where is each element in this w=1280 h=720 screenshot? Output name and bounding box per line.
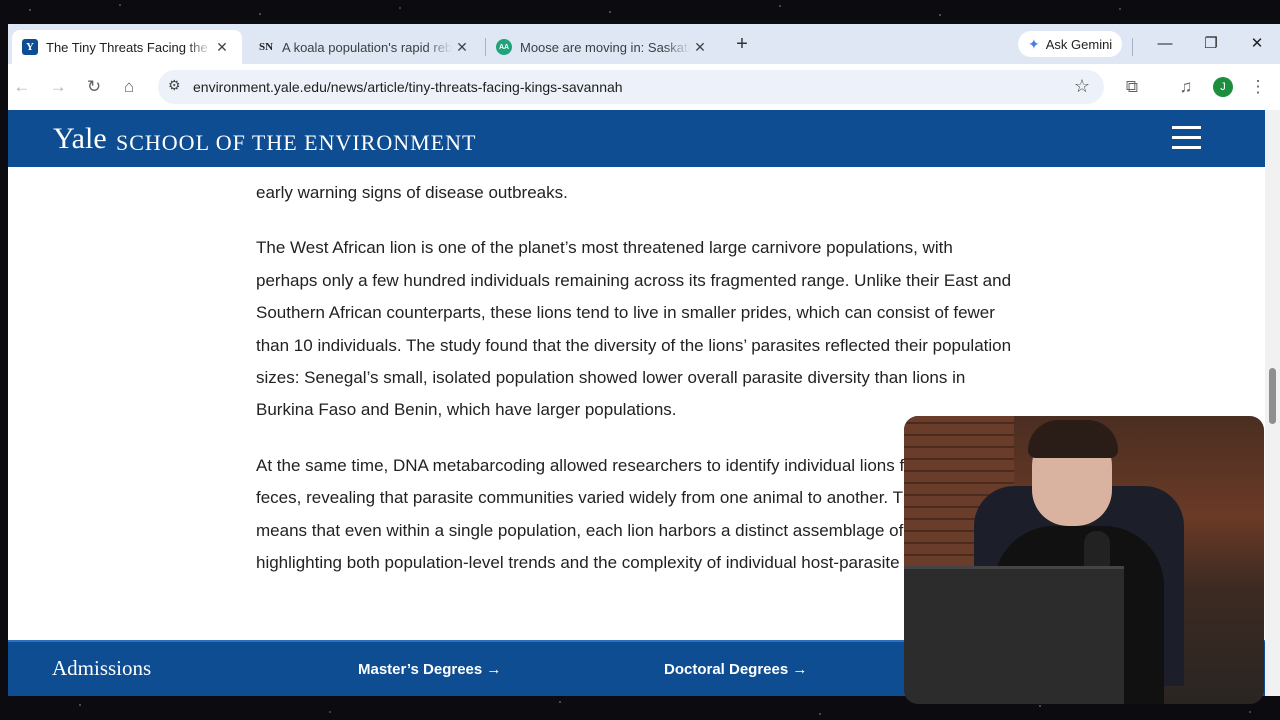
bookmark-star-icon[interactable]: ☆ (1074, 76, 1090, 97)
arrow-right-icon: → (486, 661, 502, 678)
tab-title: Moose are moving in: Saskatoon (520, 39, 690, 55)
media-controls-icon[interactable]: ♫ (1172, 74, 1200, 100)
article-body: early warning signs of disease outbreaks… (256, 167, 1016, 579)
article-paragraph-fragment: early warning signs of disease outbreaks… (256, 183, 568, 202)
masters-degrees-link[interactable]: Master’s Degrees → (358, 661, 501, 678)
address-bar[interactable]: ⚙ environment.yale.edu/news/article/tiny… (158, 70, 1104, 104)
profile-avatar[interactable]: J (1213, 77, 1233, 97)
tab-koala[interactable]: SN A koala population's rapid rebound ✕ (248, 30, 482, 64)
tab-title: The Tiny Threats Facing the Kings of the… (46, 39, 212, 55)
new-tab-button[interactable]: + (730, 32, 754, 56)
ask-gemini-button[interactable]: ✦ Ask Gemini (1018, 31, 1123, 57)
doctoral-label: Doctoral Degrees (664, 661, 789, 678)
toolbar-divider (1132, 38, 1133, 56)
close-tab-icon[interactable]: ✕ (452, 39, 472, 56)
sn-favicon-icon: SN (258, 41, 274, 53)
reload-button[interactable]: ↻ (80, 74, 108, 100)
masters-label: Master’s Degrees (358, 661, 483, 678)
logo-school-name[interactable]: SCHOOL OF THE ENVIRONMENT (116, 130, 477, 156)
article-paragraph-dna: At the same time, DNA metabarcoding allo… (256, 455, 996, 573)
admissions-heading[interactable]: Admissions (52, 656, 151, 681)
tab-active[interactable]: Y The Tiny Threats Facing the Kings of t… (12, 30, 242, 64)
back-button[interactable]: ← (8, 74, 36, 100)
browser-toolbar: ← → ↻ ⌂ ⚙ environment.yale.edu/news/arti… (8, 64, 1280, 110)
restore-button[interactable]: ❐ (1188, 30, 1234, 58)
page-scrollbar[interactable] (1265, 110, 1280, 696)
webcam-overlay (904, 416, 1264, 704)
close-tab-icon[interactable]: ✕ (212, 39, 232, 56)
foreground-monitor (904, 566, 1124, 704)
menu-kebab-icon[interactable]: ⋮ (1244, 74, 1272, 100)
tab-moose[interactable]: AA Moose are moving in: Saskatoon ✕ (486, 30, 720, 64)
logo-yale[interactable]: Yale (53, 122, 107, 156)
tab-strip: Y The Tiny Threats Facing the Kings of t… (8, 24, 1280, 64)
tab-title: A koala population's rapid rebound (282, 39, 452, 55)
site-header: Yale SCHOOL OF THE ENVIRONMENT (8, 110, 1265, 167)
gemini-label: Ask Gemini (1045, 36, 1113, 52)
gemini-sparkle-icon: ✦ (1028, 35, 1040, 52)
search-tabs-icon[interactable]: ⧉ (1118, 74, 1146, 100)
article-paragraph-lions: The West African lion is one of the plan… (256, 238, 1012, 420)
aa-favicon-icon: AA (496, 39, 512, 55)
close-tab-icon[interactable]: ✕ (690, 39, 710, 56)
scrollbar-thumb[interactable] (1269, 368, 1276, 424)
close-window-button[interactable]: ✕ (1234, 30, 1280, 58)
person-hair (1028, 420, 1118, 458)
yale-favicon-icon: Y (22, 39, 38, 55)
site-info-icon[interactable]: ⚙ (168, 77, 181, 94)
arrow-right-icon: → (792, 661, 808, 678)
url-text: environment.yale.edu/news/article/tiny-t… (193, 79, 623, 95)
minimize-button[interactable]: — (1142, 30, 1188, 58)
forward-button[interactable]: → (44, 74, 72, 100)
doctoral-degrees-link[interactable]: Doctoral Degrees → (664, 661, 807, 678)
hamburger-menu-icon[interactable] (1172, 126, 1201, 150)
home-button[interactable]: ⌂ (115, 74, 143, 100)
